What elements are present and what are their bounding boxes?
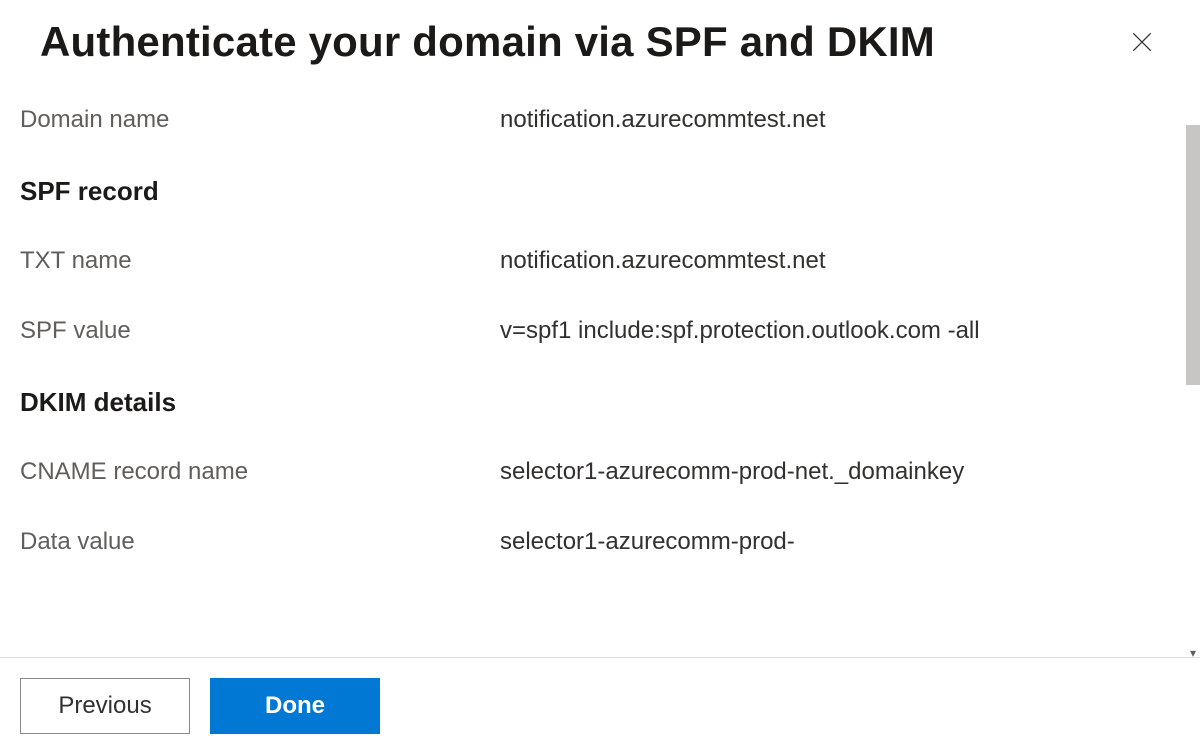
spf-section-heading: SPF record	[20, 176, 1160, 207]
panel-header: Authenticate your domain via SPF and DKI…	[0, 0, 1200, 76]
txt-name-row: TXT name notification.azurecommtest.net	[20, 247, 1160, 275]
spf-value-label: SPF value	[20, 317, 500, 345]
domain-name-value: notification.azurecommtest.net	[500, 106, 1160, 134]
done-button[interactable]: Done	[210, 678, 380, 734]
scroll-down-icon[interactable]: ▾	[1186, 646, 1200, 660]
cname-record-value: selector1-azurecomm-prod-net._domainkey	[500, 458, 1160, 486]
domain-name-label: Domain name	[20, 106, 500, 134]
data-value-row: Data value selector1-azurecomm-prod-	[20, 528, 1160, 556]
close-icon	[1129, 29, 1155, 55]
txt-name-label: TXT name	[20, 247, 500, 275]
data-value-label: Data value	[20, 528, 500, 556]
cname-record-row: CNAME record name selector1-azurecomm-pr…	[20, 458, 1160, 486]
spf-value-value: v=spf1 include:spf.protection.outlook.co…	[500, 317, 1160, 345]
close-button[interactable]	[1124, 24, 1160, 60]
auth-domain-panel: Authenticate your domain via SPF and DKI…	[0, 0, 1200, 754]
panel-title: Authenticate your domain via SPF and DKI…	[40, 18, 935, 66]
spf-value-row: SPF value v=spf1 include:spf.protection.…	[20, 317, 1160, 345]
cname-record-label: CNAME record name	[20, 458, 500, 486]
txt-name-value: notification.azurecommtest.net	[500, 247, 1160, 275]
dkim-section-heading: DKIM details	[20, 387, 1160, 418]
domain-name-row: Domain name notification.azurecommtest.n…	[20, 106, 1160, 134]
data-value-value: selector1-azurecomm-prod-	[500, 528, 1160, 556]
panel-content: Domain name notification.azurecommtest.n…	[0, 76, 1200, 657]
previous-button[interactable]: Previous	[20, 678, 190, 734]
scrollbar-thumb[interactable]	[1186, 125, 1200, 385]
panel-footer: Previous Done	[0, 657, 1200, 754]
